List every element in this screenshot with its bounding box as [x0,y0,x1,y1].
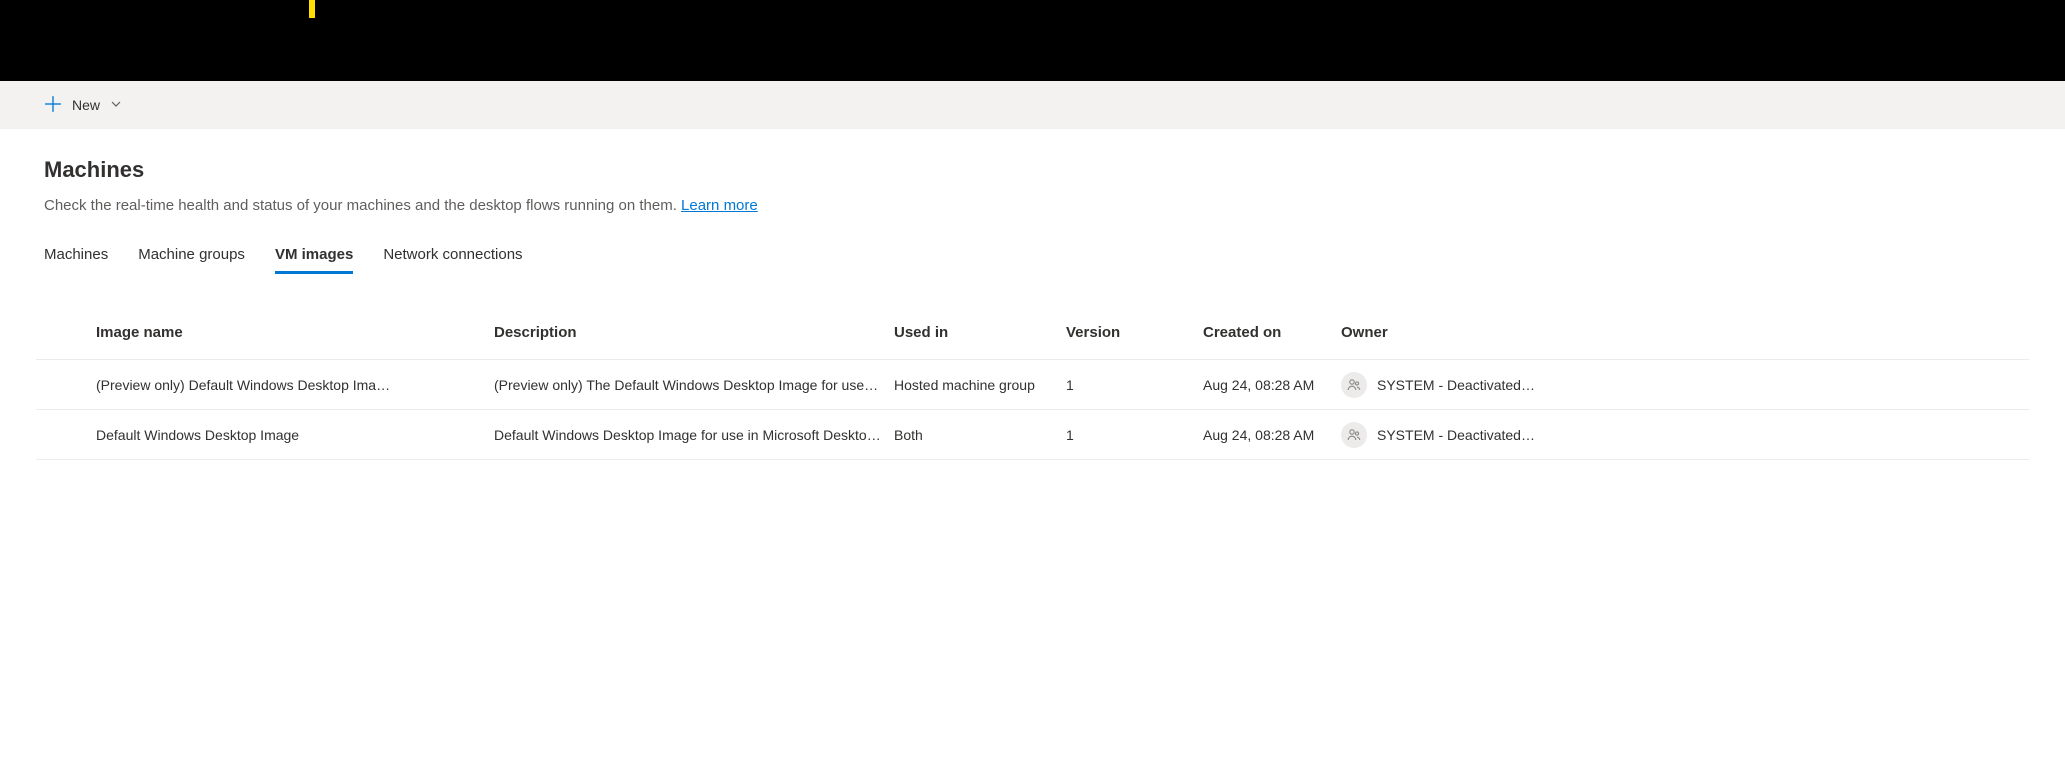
tabs: Machines Machine groups VM images Networ… [44,238,2021,274]
table-row[interactable]: Default Windows Desktop Image Default Wi… [36,410,2029,460]
plus-icon [44,95,62,116]
page-subtitle: Check the real-time health and status of… [44,197,2021,214]
cell-image-name[interactable]: Default Windows Desktop Image [96,427,494,443]
vm-images-table: Image name Description Used in Version C… [36,324,2029,460]
col-header-image-name[interactable]: Image name [96,324,494,341]
col-header-used-in[interactable]: Used in [894,324,1066,341]
owner-avatar-icon [1341,422,1367,448]
cell-version: 1 [1066,427,1203,443]
page-title: Machines [44,157,2021,183]
command-bar: New [0,81,2065,129]
cell-created-on: Aug 24, 08:28 AM [1203,377,1341,393]
col-header-owner[interactable]: Owner [1341,324,2029,341]
top-bar [0,0,2065,81]
learn-more-link[interactable]: Learn more [681,197,758,214]
cell-image-name[interactable]: (Preview only) Default Windows Desktop I… [96,377,494,393]
owner-avatar-icon [1341,372,1367,398]
tab-machines[interactable]: Machines [44,238,108,274]
chevron-down-icon [110,97,122,113]
col-header-select [36,324,96,341]
cell-used-in: Both [894,427,1066,443]
cell-owner-text: SYSTEM - Deactivated… [1377,427,2017,443]
tab-vm-images[interactable]: VM images [275,238,353,274]
table-row[interactable]: (Preview only) Default Windows Desktop I… [36,360,2029,410]
tab-network-connections[interactable]: Network connections [383,238,522,274]
cell-description: (Preview only) The Default Windows Deskt… [494,377,894,393]
yellow-marker [309,0,315,18]
col-header-version[interactable]: Version [1066,324,1203,341]
col-header-description[interactable]: Description [494,324,894,341]
page-subtitle-text: Check the real-time health and status of… [44,197,681,214]
cell-owner: SYSTEM - Deactivated… [1341,422,2029,448]
new-button-label: New [72,97,100,113]
col-header-owner-text: Owner [1341,324,1388,341]
tab-machine-groups[interactable]: Machine groups [138,238,245,274]
cell-description: Default Windows Desktop Image for use in… [494,427,894,443]
cell-used-in: Hosted machine group [894,377,1066,393]
cell-owner: SYSTEM - Deactivated… [1341,372,2029,398]
cell-created-on: Aug 24, 08:28 AM [1203,427,1341,443]
cell-version: 1 [1066,377,1203,393]
cell-owner-text: SYSTEM - Deactivated… [1377,377,2017,393]
table-header-row: Image name Description Used in Version C… [36,324,2029,360]
col-header-created-on[interactable]: Created on [1203,324,1341,341]
content-region: Machines Check the real-time health and … [0,129,2065,460]
new-button[interactable]: New [40,87,126,124]
